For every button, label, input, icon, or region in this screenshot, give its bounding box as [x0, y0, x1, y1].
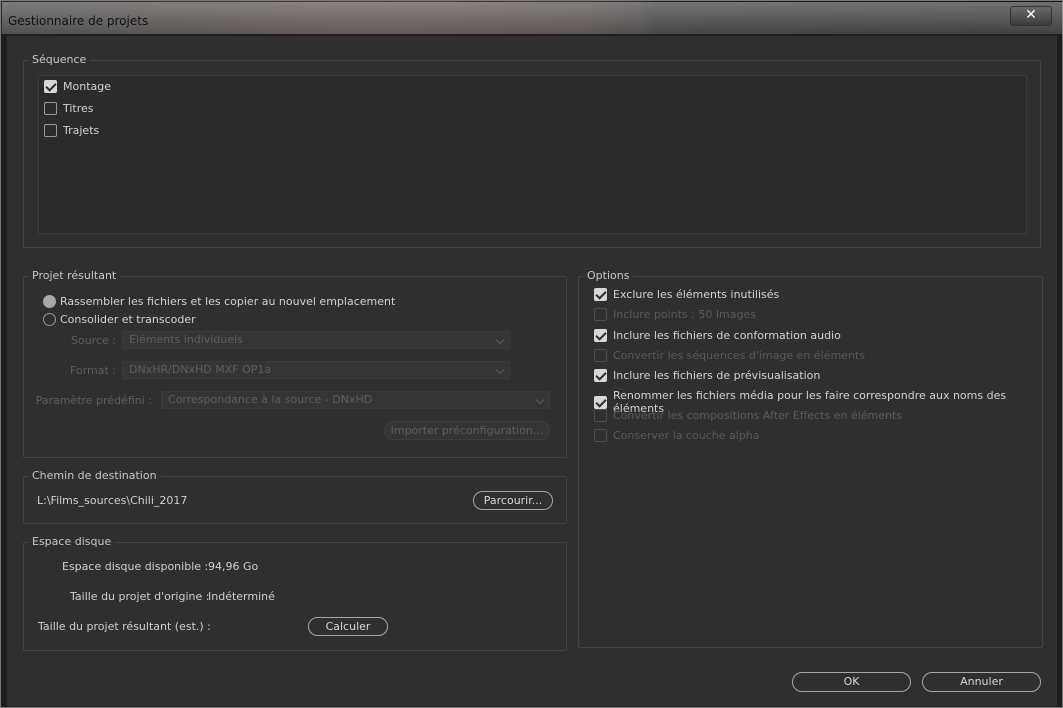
checkbox-icon[interactable] [594, 308, 607, 321]
option-convert-after-effects[interactable]: Convertir les compositions After Effects… [594, 409, 902, 422]
radio-icon[interactable] [43, 295, 56, 308]
dialog-title: Gestionnaire de projets [8, 14, 149, 28]
options-group: Options Exclure les éléments inutilisés … [578, 269, 1043, 648]
preset-label: Paramètre prédéfini : [35, 394, 152, 407]
option-label: Convertir les séquences d'image en éléme… [613, 349, 865, 362]
checkbox-icon[interactable] [44, 102, 57, 115]
option-label: Exclure les éléments inutilisés [613, 288, 780, 301]
close-icon: ✕ [1025, 7, 1037, 23]
destination-legend: Chemin de destination [28, 469, 161, 482]
dialog-body: Séquence Montage Titres Trajets Projet r… [6, 35, 1058, 707]
option-convert-image-sequences[interactable]: Convertir les séquences d'image en éléme… [594, 349, 865, 362]
chevron-down-icon [535, 395, 545, 405]
checkbox-icon[interactable] [594, 329, 607, 342]
checkbox-icon[interactable] [594, 395, 607, 409]
result-size-label: Taille du projet résultant (est.) : [38, 620, 211, 633]
checkbox-icon[interactable] [594, 429, 607, 442]
disk-space-legend: Espace disque [28, 535, 116, 548]
original-size-value: Indéterminé [208, 590, 275, 603]
chevron-down-icon [495, 335, 505, 345]
sequence-item-label: Montage [63, 80, 111, 93]
destination-path: L:\Films_sources\Chili_2017 [37, 494, 188, 507]
chevron-down-icon [495, 365, 505, 375]
disk-space-group: Espace disque Espace disque disponible :… [23, 535, 567, 651]
checkbox-icon[interactable] [594, 349, 607, 362]
source-select[interactable]: Eléments individuels [122, 331, 510, 349]
sequence-item-label: Titres [63, 102, 94, 115]
option-label: Convertir les compositions After Effects… [613, 409, 903, 422]
cancel-button[interactable]: Annuler [922, 672, 1041, 692]
sequence-item-montage[interactable]: Montage [44, 80, 111, 93]
consolidate-option[interactable]: Consolider et transcoder [43, 313, 196, 326]
checkbox-icon[interactable] [44, 80, 57, 93]
format-select[interactable]: DNxHR/DNxHD MXF OP1a [122, 361, 510, 379]
browse-button[interactable]: Parcourir... [473, 491, 553, 510]
option-include-handles[interactable]: Inclure points : 50 Images [594, 308, 756, 321]
original-size-label: Taille du projet d'origine : [70, 590, 210, 603]
preset-select[interactable]: Correspondance à la source - DNxHD [161, 391, 550, 409]
available-space-value: 94,96 Go [208, 560, 259, 573]
close-button[interactable]: ✕ [1010, 6, 1052, 26]
ok-button[interactable]: OK [792, 672, 911, 692]
source-label: Source : [71, 334, 116, 347]
radio-icon[interactable] [43, 313, 56, 326]
checkbox-icon[interactable] [594, 409, 607, 422]
resulting-project-legend: Projet résultant [28, 269, 121, 282]
source-value: Eléments individuels [129, 333, 243, 346]
collect-files-label: Rassembler les fichiers et les copier au… [60, 295, 396, 308]
checkbox-icon[interactable] [594, 288, 607, 301]
sequence-item-trajets[interactable]: Trajets [44, 124, 99, 137]
preset-value: Correspondance à la source - DNxHD [168, 393, 373, 406]
option-label: Conserver la couche alpha [613, 429, 760, 442]
option-preserve-alpha[interactable]: Conserver la couche alpha [594, 429, 760, 442]
sequence-item-titres[interactable]: Titres [44, 102, 94, 115]
option-label: Inclure points : 50 Images [613, 308, 756, 321]
sequence-list: Montage Titres Trajets [38, 75, 1027, 234]
project-manager-dialog: Gestionnaire de projets ✕ Séquence Monta… [0, 0, 1063, 708]
option-include-audio-conform[interactable]: Inclure les fichiers de conformation aud… [594, 329, 841, 342]
collect-files-option[interactable]: Rassembler les fichiers et les copier au… [43, 295, 395, 308]
checkbox-icon[interactable] [594, 369, 607, 382]
options-legend: Options [583, 269, 634, 282]
sequence-legend: Séquence [28, 53, 91, 66]
option-include-preview-files[interactable]: Inclure les fichiers de prévisualisation [594, 369, 820, 382]
sequence-item-label: Trajets [63, 124, 100, 137]
destination-group: Chemin de destination L:\Films_sources\C… [23, 469, 567, 524]
option-exclude-unused[interactable]: Exclure les éléments inutilisés [594, 288, 779, 301]
option-label: Inclure les fichiers de prévisualisation [613, 369, 821, 382]
option-label: Inclure les fichiers de conformation aud… [613, 329, 841, 342]
compute-button[interactable]: Calculer [308, 617, 388, 636]
checkbox-icon[interactable] [44, 124, 57, 137]
import-preset-button[interactable]: Importer préconfiguration... [384, 421, 550, 440]
resulting-project-group: Projet résultant Rassembler les fichiers… [23, 269, 567, 458]
available-space-label: Espace disque disponible : [62, 560, 209, 573]
format-value: DNxHR/DNxHD MXF OP1a [129, 363, 272, 376]
sequence-group: Séquence Montage Titres Trajets [23, 53, 1041, 248]
format-label: Format : [70, 364, 116, 377]
consolidate-label: Consolider et transcoder [60, 313, 196, 326]
title-bar[interactable]: Gestionnaire de projets ✕ [2, 2, 1063, 34]
